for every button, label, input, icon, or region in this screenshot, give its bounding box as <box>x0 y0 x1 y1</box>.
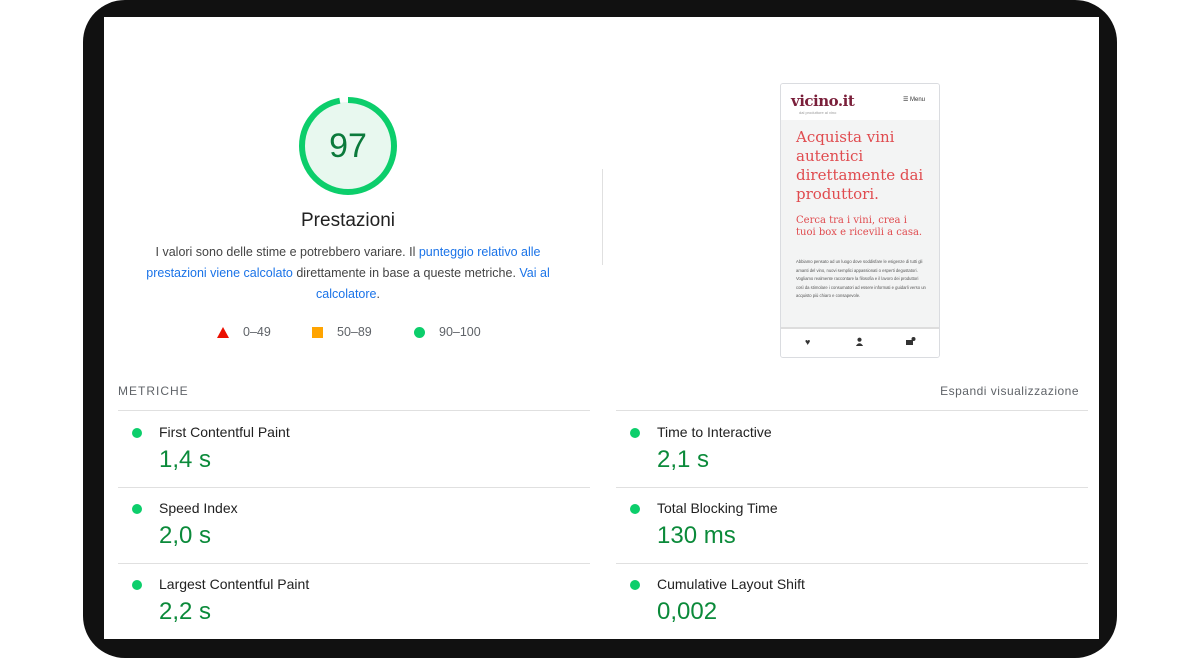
pass-circle-icon <box>132 580 142 590</box>
description-text: . <box>376 287 380 301</box>
performance-gauge: 97 <box>298 96 398 196</box>
vertical-divider <box>602 169 603 265</box>
legend-label: 50–89 <box>337 325 372 339</box>
divider <box>616 410 1088 411</box>
metric-value: 2,2 s <box>159 598 212 625</box>
preview-body-text: Abbiamo pensato ad un luogo dove soddisf… <box>796 259 926 299</box>
divider <box>118 563 590 564</box>
metric-value: 2,1 s <box>657 446 710 473</box>
triangle-icon <box>217 326 229 338</box>
metric-name: Largest Contentful Paint <box>159 576 310 592</box>
expand-view-toggle[interactable]: Espandi visualizzazione <box>940 384 1079 398</box>
page-screenshot-preview[interactable]: vicino.it dal produttore al vino ☰ Menu … <box>780 83 940 358</box>
legend-label: 90–100 <box>439 325 481 339</box>
preview-headline: Acquista vini autentici direttamente dai… <box>796 128 924 203</box>
legend-average: 50–89 <box>312 325 372 339</box>
divider <box>616 487 1088 488</box>
metric-value: 1,4 s <box>159 446 212 473</box>
legend-pass: 90–100 <box>414 325 481 339</box>
description-text: direttamente in base a queste metriche. <box>292 266 520 280</box>
legend-fail: 0–49 <box>217 325 271 339</box>
metric-name: Time to Interactive <box>657 424 772 440</box>
metric-value: 0,002 <box>657 598 718 625</box>
heart-icon: ♥ <box>805 337 811 347</box>
score-value: 97 <box>329 126 367 165</box>
metric-name: Cumulative Layout Shift <box>657 576 805 592</box>
pass-circle-icon <box>630 428 640 438</box>
description-text: I valori sono delle stime e potrebbero v… <box>155 245 419 259</box>
preview-subheadline: Cerca tra i vini, crea i tuoi box e rice… <box>796 215 923 238</box>
preview-header: vicino.it dal produttore al vino ☰ Menu <box>781 84 939 120</box>
user-icon <box>855 337 864 348</box>
pass-circle-icon <box>630 504 640 514</box>
metric-value: 130 ms <box>657 522 736 549</box>
preview-logo-tagline: dal produttore al vino <box>799 110 837 115</box>
metric-name: First Contentful Paint <box>159 424 290 440</box>
square-icon <box>312 326 323 338</box>
score-description: I valori sono delle stime e potrebbero v… <box>138 242 558 305</box>
preview-logo: vicino.it <box>791 92 855 110</box>
legend-label: 0–49 <box>243 325 271 339</box>
divider <box>616 563 1088 564</box>
preview-menu: ☰ Menu <box>902 97 925 103</box>
pass-circle-icon <box>132 504 142 514</box>
divider <box>118 410 590 411</box>
pass-circle-icon <box>132 428 142 438</box>
preview-footer-bar: ♥ <box>781 327 939 357</box>
metric-value: 2,0 s <box>159 522 212 549</box>
metrics-heading: METRICHE <box>118 384 189 398</box>
pass-circle-icon <box>630 580 640 590</box>
metric-name: Total Blocking Time <box>657 500 778 516</box>
report-screen: 97 Prestazioni I valori sono delle stime… <box>104 17 1099 639</box>
circle-icon <box>414 326 425 338</box>
metric-name: Speed Index <box>159 500 238 516</box>
score-legend: 0–49 50–89 90–100 <box>104 325 1099 345</box>
divider <box>118 487 590 488</box>
score-title: Prestazioni <box>301 210 395 231</box>
cart-icon <box>905 337 916 349</box>
